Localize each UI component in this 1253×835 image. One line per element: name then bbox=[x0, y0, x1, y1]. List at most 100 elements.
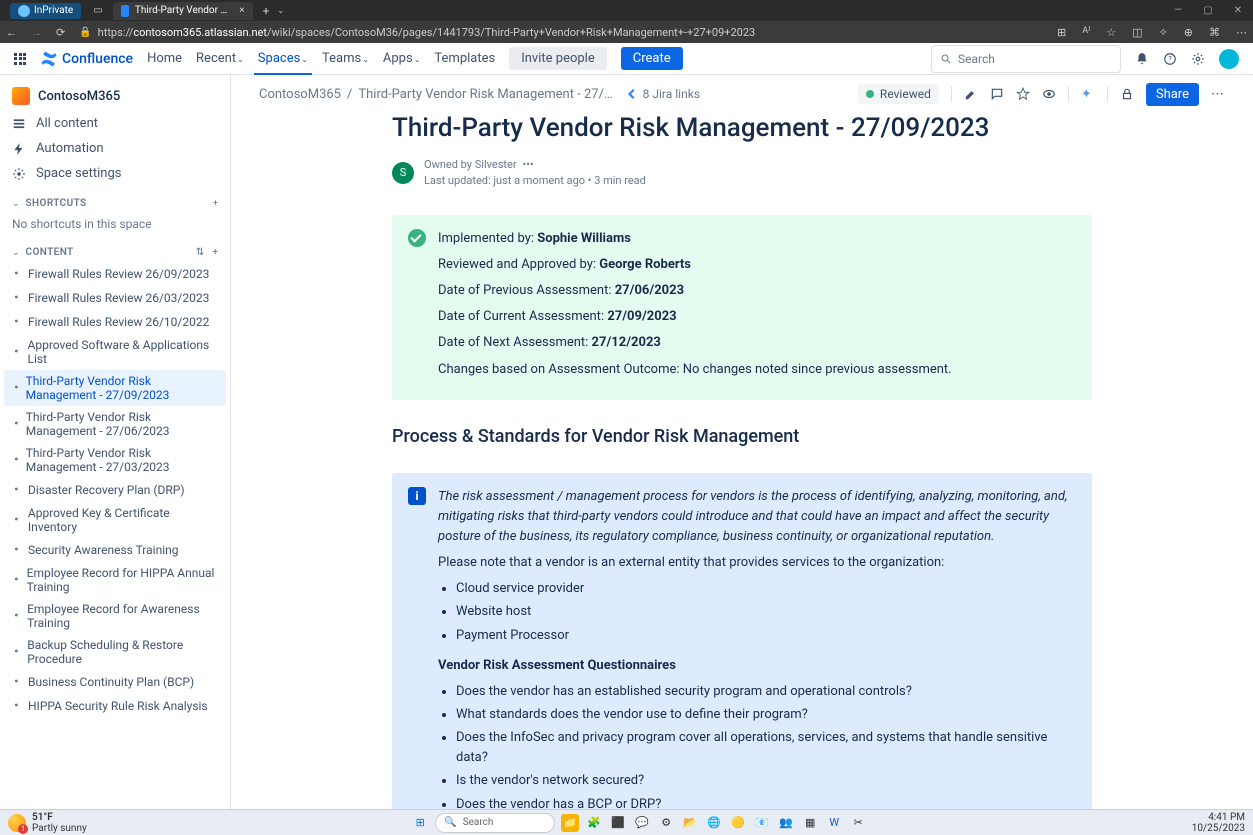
back-icon[interactable]: ← bbox=[6, 26, 17, 39]
bullet-icon: • bbox=[14, 266, 22, 282]
minimize-icon[interactable]: — bbox=[1173, 6, 1183, 16]
taskbar-word-icon[interactable]: W bbox=[825, 814, 843, 832]
start-icon[interactable]: ⊞ bbox=[411, 814, 429, 832]
confluence-logo[interactable]: Confluence bbox=[40, 50, 133, 68]
taskbar-app-icon[interactable]: 📁 bbox=[561, 814, 579, 832]
tree-item[interactable]: •Approved Key & Certificate Inventory bbox=[0, 502, 230, 538]
bullet-icon: • bbox=[14, 674, 22, 690]
taskbar-app-icon[interactable]: ▦ bbox=[801, 814, 819, 832]
collections-icon[interactable]: ⊕ bbox=[1184, 26, 1193, 39]
taskbar-outlook-icon[interactable]: 📧 bbox=[753, 814, 771, 832]
tree-item[interactable]: •Employee Record for HIPPA Annual Traini… bbox=[0, 562, 230, 598]
watch-icon[interactable] bbox=[1042, 87, 1056, 101]
tree-item[interactable]: •Security Awareness Training bbox=[0, 538, 230, 562]
forward-icon: → bbox=[31, 26, 42, 39]
browser-menu-icon[interactable]: ⋯ bbox=[1236, 26, 1247, 39]
taskbar-search[interactable]: 🔍 Search bbox=[435, 813, 555, 833]
list-item: Does the vendor has an established secur… bbox=[456, 682, 1076, 702]
tree-item[interactable]: •Third-Party Vendor Risk Management - 27… bbox=[0, 406, 230, 442]
maximize-icon[interactable]: ▢ bbox=[1203, 6, 1213, 16]
taskbar-app-icon[interactable]: ⚙ bbox=[657, 814, 675, 832]
taskbar-chrome-icon[interactable]: 🟡 bbox=[729, 814, 747, 832]
tree-item[interactable]: •Employee Record for Awareness Training bbox=[0, 598, 230, 634]
nav-templates[interactable]: Templates bbox=[434, 51, 495, 66]
owner-more-icon[interactable]: ••• bbox=[523, 158, 534, 171]
star-icon[interactable] bbox=[1016, 87, 1030, 101]
notification-icon[interactable] bbox=[1135, 52, 1149, 66]
more-actions-icon[interactable]: ⋯ bbox=[1211, 87, 1225, 101]
settings-icon[interactable] bbox=[1191, 52, 1205, 66]
taskbar-teams-icon[interactable]: 👥 bbox=[777, 814, 795, 832]
tree-item[interactable]: •Business Continuity Plan (BCP) bbox=[0, 670, 230, 694]
favorites-bar-icon[interactable]: ✧ bbox=[1159, 26, 1168, 39]
share-button[interactable]: Share bbox=[1146, 83, 1199, 106]
ai-sparkle-icon[interactable]: ✦ bbox=[1081, 87, 1095, 101]
tree-item[interactable]: •Firewall Rules Review 26/09/2023 bbox=[0, 262, 230, 286]
taskbar-edge-icon[interactable]: 🌐 bbox=[705, 814, 723, 832]
user-avatar[interactable] bbox=[1219, 49, 1239, 69]
tree-item[interactable]: •Disaster Recovery Plan (DRP) bbox=[0, 478, 230, 502]
status-panel: Implemented by: Sophie Williams Reviewed… bbox=[392, 215, 1092, 400]
byline: S Owned by Silvester••• Last updated: ju… bbox=[392, 157, 1092, 189]
crumb-space[interactable]: ContosoM365 bbox=[259, 87, 341, 102]
restrictions-icon[interactable] bbox=[1120, 87, 1134, 101]
sidebar-shortcuts-section[interactable]: ⌄ SHORTCUTS + bbox=[0, 194, 230, 213]
nav-spaces[interactable]: Spaces⌄ bbox=[258, 51, 308, 66]
help-icon[interactable]: ? bbox=[1163, 52, 1177, 66]
refresh-icon[interactable]: ⟳ bbox=[56, 26, 65, 39]
tree-item[interactable]: •Firewall Rules Review 26/03/2023 bbox=[0, 286, 230, 310]
tree-item[interactable]: •Backup Scheduling & Restore Procedure bbox=[0, 634, 230, 670]
taskbar-app-icon[interactable]: 💬 bbox=[633, 814, 651, 832]
split-screen-icon[interactable]: ◫ bbox=[1132, 26, 1142, 39]
taskbar-explorer-icon[interactable]: 📂 bbox=[681, 814, 699, 832]
search-input[interactable]: Search bbox=[931, 45, 1121, 73]
app-available-icon[interactable]: ⊞ bbox=[1057, 26, 1066, 39]
sidebar-space-settings[interactable]: Space settings bbox=[0, 161, 230, 186]
url-text: https://contosom365.atlassian.net/wiki/s… bbox=[98, 26, 756, 39]
close-icon[interactable]: ✕ bbox=[1233, 6, 1243, 16]
crumb-page[interactable]: Third-Party Vendor Risk Management - 27/… bbox=[358, 87, 612, 102]
tab-overflow-icon[interactable]: ⌄ bbox=[277, 6, 284, 15]
new-tab-button[interactable]: + bbox=[263, 4, 270, 18]
tree-item[interactable]: •Approved Software & Applications List bbox=[0, 334, 230, 370]
taskbar-app-icon[interactable]: ⬛ bbox=[609, 814, 627, 832]
filter-icon[interactable]: ⇅ bbox=[196, 247, 204, 258]
favorite-icon[interactable]: ☆ bbox=[1106, 26, 1116, 39]
app-switcher-icon[interactable] bbox=[14, 53, 26, 65]
bullet-icon: • bbox=[14, 452, 20, 468]
add-shortcut-icon[interactable]: + bbox=[213, 199, 218, 209]
add-content-icon[interactable]: + bbox=[212, 247, 218, 258]
tree-item[interactable]: •Firewall Rules Review 26/10/2022 bbox=[0, 310, 230, 334]
tree-item[interactable]: •HIPPA Security Rule Risk Analysis bbox=[0, 694, 230, 718]
nav-home[interactable]: Home bbox=[147, 51, 182, 66]
bullet-icon: • bbox=[14, 698, 22, 714]
taskbar-clock[interactable]: 4:41 PM 10/25/2023 bbox=[1192, 812, 1245, 834]
tree-item[interactable]: •Third-Party Vendor Risk Management - 27… bbox=[0, 442, 230, 478]
url-box[interactable]: 🔒 https://contosom365.atlassian.net/wiki… bbox=[79, 26, 1043, 39]
browser-tab[interactable]: Third-Party Vendor Risk Manage × bbox=[113, 2, 253, 20]
edit-icon[interactable] bbox=[964, 87, 978, 101]
jira-links[interactable]: 8 Jira links bbox=[627, 87, 700, 101]
sidebar-automation[interactable]: Automation bbox=[0, 136, 230, 161]
page-status[interactable]: Reviewed bbox=[858, 84, 939, 104]
taskbar-app-icon[interactable]: 🧩 bbox=[585, 814, 603, 832]
lock-icon: 🔒 bbox=[79, 27, 91, 38]
create-button[interactable]: Create bbox=[621, 47, 683, 70]
nav-apps[interactable]: Apps⌄ bbox=[383, 51, 421, 66]
author-avatar-icon[interactable]: S bbox=[392, 162, 414, 184]
nav-recent[interactable]: Recent⌄ bbox=[196, 51, 244, 66]
sidebar-content-section[interactable]: ⌄ CONTENT ⇅ + bbox=[0, 243, 230, 262]
sidebar-all-content[interactable]: All content bbox=[0, 111, 230, 136]
taskbar-weather[interactable]: 1 51°F Partly sunny bbox=[8, 812, 87, 834]
read-aloud-icon[interactable]: A⁾ bbox=[1082, 26, 1090, 39]
close-tab-icon[interactable]: × bbox=[239, 5, 244, 16]
space-header[interactable]: ContosoM365 bbox=[0, 81, 230, 111]
comment-icon[interactable] bbox=[990, 87, 1004, 101]
owner-link[interactable]: Silvester bbox=[475, 158, 517, 171]
invite-button[interactable]: Invite people bbox=[509, 47, 607, 70]
nav-teams[interactable]: Teams⌄ bbox=[322, 51, 369, 66]
browser-extensions-icon[interactable]: ⌘ bbox=[1209, 26, 1220, 39]
tree-item[interactable]: •Third-Party Vendor Risk Management - 27… bbox=[4, 370, 226, 406]
taskbar-snip-icon[interactable]: ✂ bbox=[849, 814, 867, 832]
workspaces-icon[interactable]: ▭ bbox=[93, 5, 102, 16]
